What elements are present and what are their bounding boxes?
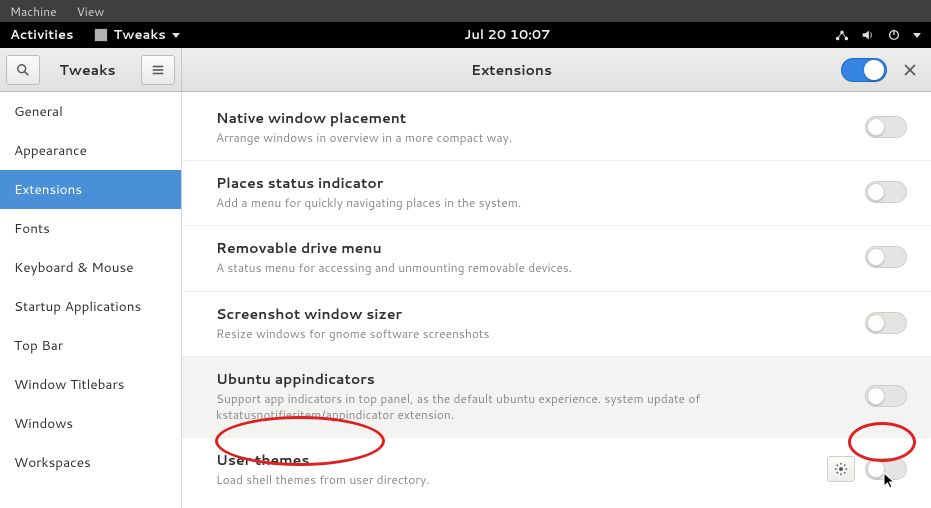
sidebar-item-top-bar[interactable]: Top Bar bbox=[0, 326, 181, 365]
extension-toggle[interactable] bbox=[865, 116, 907, 138]
extension-title: User themes bbox=[216, 450, 813, 470]
extension-description: Add a menu for quickly navigating places… bbox=[216, 195, 851, 211]
chevron-down-icon bbox=[913, 33, 921, 38]
system-status-area[interactable] bbox=[835, 28, 921, 42]
close-button[interactable] bbox=[897, 57, 923, 83]
extension-row: Native window placement Arrange windows i… bbox=[182, 96, 931, 161]
extension-toggle[interactable] bbox=[865, 312, 907, 334]
vm-menubar: Machine View bbox=[0, 0, 931, 22]
header-bar: Tweaks Extensions bbox=[0, 48, 931, 92]
extensions-list: Native window placement Arrange windows i… bbox=[182, 92, 931, 508]
activities-button[interactable]: Activities bbox=[10, 26, 74, 44]
sidebar: GeneralAppearanceExtensionsFontsKeyboard… bbox=[0, 92, 182, 508]
extension-description: Support app indicators in top panel, as … bbox=[216, 391, 851, 423]
extension-title: Native window placement bbox=[216, 108, 851, 128]
gear-icon bbox=[834, 462, 848, 476]
search-icon bbox=[16, 63, 30, 77]
extension-description: Arrange windows in overview in a more co… bbox=[216, 130, 851, 146]
sidebar-item-appearance[interactable]: Appearance bbox=[0, 131, 181, 170]
sidebar-item-general[interactable]: General bbox=[0, 92, 181, 131]
app-menu-label: Tweaks bbox=[114, 26, 166, 44]
page-title: Extensions bbox=[182, 60, 841, 80]
tweaks-window: Tweaks Extensions GeneralAppearanceExten… bbox=[0, 48, 931, 508]
sidebar-item-fonts[interactable]: Fonts bbox=[0, 209, 181, 248]
extension-toggle[interactable] bbox=[865, 385, 907, 407]
hamburger-icon bbox=[151, 63, 165, 77]
extension-row: Places status indicator Add a menu for qu… bbox=[182, 161, 931, 226]
app-menu[interactable]: Tweaks bbox=[94, 26, 180, 44]
sidebar-item-startup-applications[interactable]: Startup Applications bbox=[0, 287, 181, 326]
sidebar-item-window-titlebars[interactable]: Window Titlebars bbox=[0, 365, 181, 404]
chevron-down-icon bbox=[172, 33, 180, 38]
extension-toggle[interactable] bbox=[865, 246, 907, 268]
extension-row: Ubuntu appindicatorsSupport app indicato… bbox=[182, 357, 931, 438]
sidebar-item-workspaces[interactable]: Workspaces bbox=[0, 443, 181, 482]
vm-menu-view[interactable]: View bbox=[77, 3, 105, 20]
hamburger-menu-button[interactable] bbox=[141, 55, 175, 85]
extension-toggle[interactable] bbox=[865, 181, 907, 203]
extension-title: Places status indicator bbox=[216, 173, 851, 193]
extension-title: Ubuntu appindicators bbox=[216, 369, 851, 389]
sidebar-title: Tweaks bbox=[40, 60, 135, 80]
extension-description: A status menu for accessing and unmounti… bbox=[216, 260, 851, 276]
cursor-icon bbox=[883, 472, 897, 490]
extension-settings-button[interactable] bbox=[827, 456, 855, 482]
extension-description: Load shell themes from user directory. bbox=[216, 472, 813, 488]
close-icon bbox=[904, 64, 916, 76]
extension-description: Resize windows for gnome software screen… bbox=[216, 326, 851, 342]
extension-row: User themes Load shell themes from user d… bbox=[182, 438, 931, 502]
search-button[interactable] bbox=[6, 55, 40, 85]
extension-title: Removable drive menu bbox=[216, 238, 851, 258]
gnome-top-panel: Activities Tweaks Jul 20 10:07 bbox=[0, 22, 931, 48]
panel-clock[interactable]: Jul 20 10:07 bbox=[464, 26, 550, 44]
vm-menu-machine[interactable]: Machine bbox=[10, 3, 57, 20]
volume-icon bbox=[861, 28, 875, 42]
extension-row: Screenshot window sizer Resize windows fo… bbox=[182, 292, 931, 357]
sidebar-item-extensions[interactable]: Extensions bbox=[0, 170, 181, 209]
network-icon bbox=[835, 28, 849, 42]
tweaks-app-icon bbox=[94, 28, 108, 42]
power-icon bbox=[887, 28, 901, 42]
extension-title: Screenshot window sizer bbox=[216, 304, 851, 324]
sidebar-item-keyboard-mouse[interactable]: Keyboard & Mouse bbox=[0, 248, 181, 287]
sidebar-item-windows[interactable]: Windows bbox=[0, 404, 181, 443]
extension-row: Removable drive menu A status menu for ac… bbox=[182, 226, 931, 291]
extensions-master-switch[interactable] bbox=[841, 58, 887, 82]
